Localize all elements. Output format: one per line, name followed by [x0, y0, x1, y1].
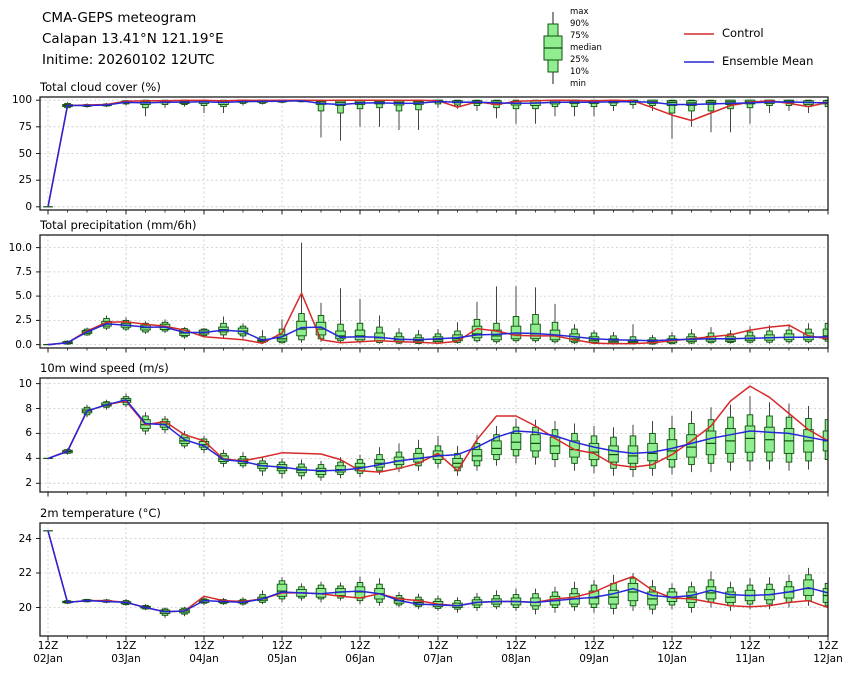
x-tick-label: 12Z 04Jan — [189, 640, 219, 665]
boxplot-legend-label: min — [570, 79, 587, 89]
panel-title-temp: 2m temperature (°C) — [40, 506, 161, 520]
meteogram-page: { "header": { "line1": "CMA-GEPS meteogr… — [0, 0, 843, 680]
y-tick-label: 2 — [25, 477, 32, 490]
panel-total-cloud-cover: Total cloud cover (%) 0 25 50 75 100 — [12, 80, 829, 215]
station-coords: Calapan 13.41°N 121.19°E — [42, 31, 224, 47]
x-tick-label: 12Z 10Jan — [657, 640, 687, 665]
y-tick-label: 6 — [25, 427, 32, 440]
wind-chart — [36, 377, 829, 497]
y-tick-label: 2.5 — [15, 314, 32, 327]
y-tick-label: 10.0 — [8, 241, 32, 254]
y-tick-label: 10 — [18, 377, 32, 390]
x-tick-label: 12Z 06Jan — [345, 640, 375, 665]
init-time: Initime: 20260102 12UTC — [42, 52, 215, 68]
y-tick-label: 50 — [18, 147, 32, 160]
x-tick-label: 12Z 05Jan — [267, 640, 297, 665]
boxplot-legend-label: 25% — [570, 55, 589, 65]
boxplot-legend-label: max — [570, 7, 589, 17]
y-tick-label: 0.0 — [15, 338, 32, 351]
boxplot-legend-label: 10% — [570, 67, 589, 77]
y-tick-label: 24 — [18, 532, 32, 545]
x-tick-label: 12Z 07Jan — [423, 640, 453, 665]
y-tick-label: 0 — [25, 200, 32, 213]
x-tick-label: 12Z 08Jan — [501, 640, 531, 665]
page-title: CMA-GEPS meteogram — [42, 10, 197, 26]
panel-wind-speed: 10m wind speed (m/s) 2 4 6 8 10 — [19, 361, 829, 497]
y-tick-label: 4 — [25, 452, 32, 465]
boxplot-legend: max 90% 75% median 25% 10% min — [538, 7, 668, 94]
y-tick-label: 75 — [18, 120, 32, 133]
panel-title-wind: 10m wind speed (m/s) — [40, 361, 169, 375]
panel-total-precipitation: Total precipitation (mm/6h) 0.0 2.5 5.0 7.5… — [9, 218, 829, 353]
temp-chart — [36, 522, 829, 641]
x-tick-label: 12Z 11Jan — [735, 640, 765, 665]
boxplot-legend-label: 75% — [570, 31, 589, 41]
boxplot-legend-label: median — [570, 43, 602, 53]
y-tick-label: 8 — [25, 402, 32, 415]
y-tick-label: 22 — [18, 567, 32, 580]
cloud-chart — [36, 96, 829, 215]
x-tick-label: 12Z 09Jan — [579, 640, 609, 665]
y-tick-label: 100 — [11, 94, 32, 107]
control-legend-label: Control — [722, 26, 764, 40]
x-tick-label: 12Z 02Jan — [33, 640, 63, 665]
time-axis-labels: 12Z 02Jan 12Z 03Jan 12Z 04Jan 12Z 05Jan 12Z … — [33, 640, 843, 672]
panel-title-cloud: Total cloud cover (%) — [40, 80, 161, 94]
x-tick-label: 12Z 12Jan — [813, 640, 843, 665]
precip-chart — [36, 234, 829, 353]
y-tick-label: 5.0 — [15, 290, 32, 303]
x-tick-label: 12Z 03Jan — [111, 640, 141, 665]
boxplot-legend-label: 90% — [570, 19, 589, 29]
panel-temperature: 2m temperature (°C) 20 22 24 — [19, 506, 829, 641]
y-tick-label: 25 — [18, 174, 32, 187]
boxplot-sample-icon — [543, 12, 563, 84]
panel-title-precip: Total precipitation (mm/6h) — [40, 218, 197, 232]
ensemble-legend-label: Ensemble Mean — [722, 54, 814, 68]
y-tick-label: 7.5 — [15, 265, 32, 278]
y-tick-label: 20 — [18, 601, 32, 614]
header-title-block: CMA-GEPS meteogram Calapan 13.41°N 121.1… — [42, 8, 224, 71]
